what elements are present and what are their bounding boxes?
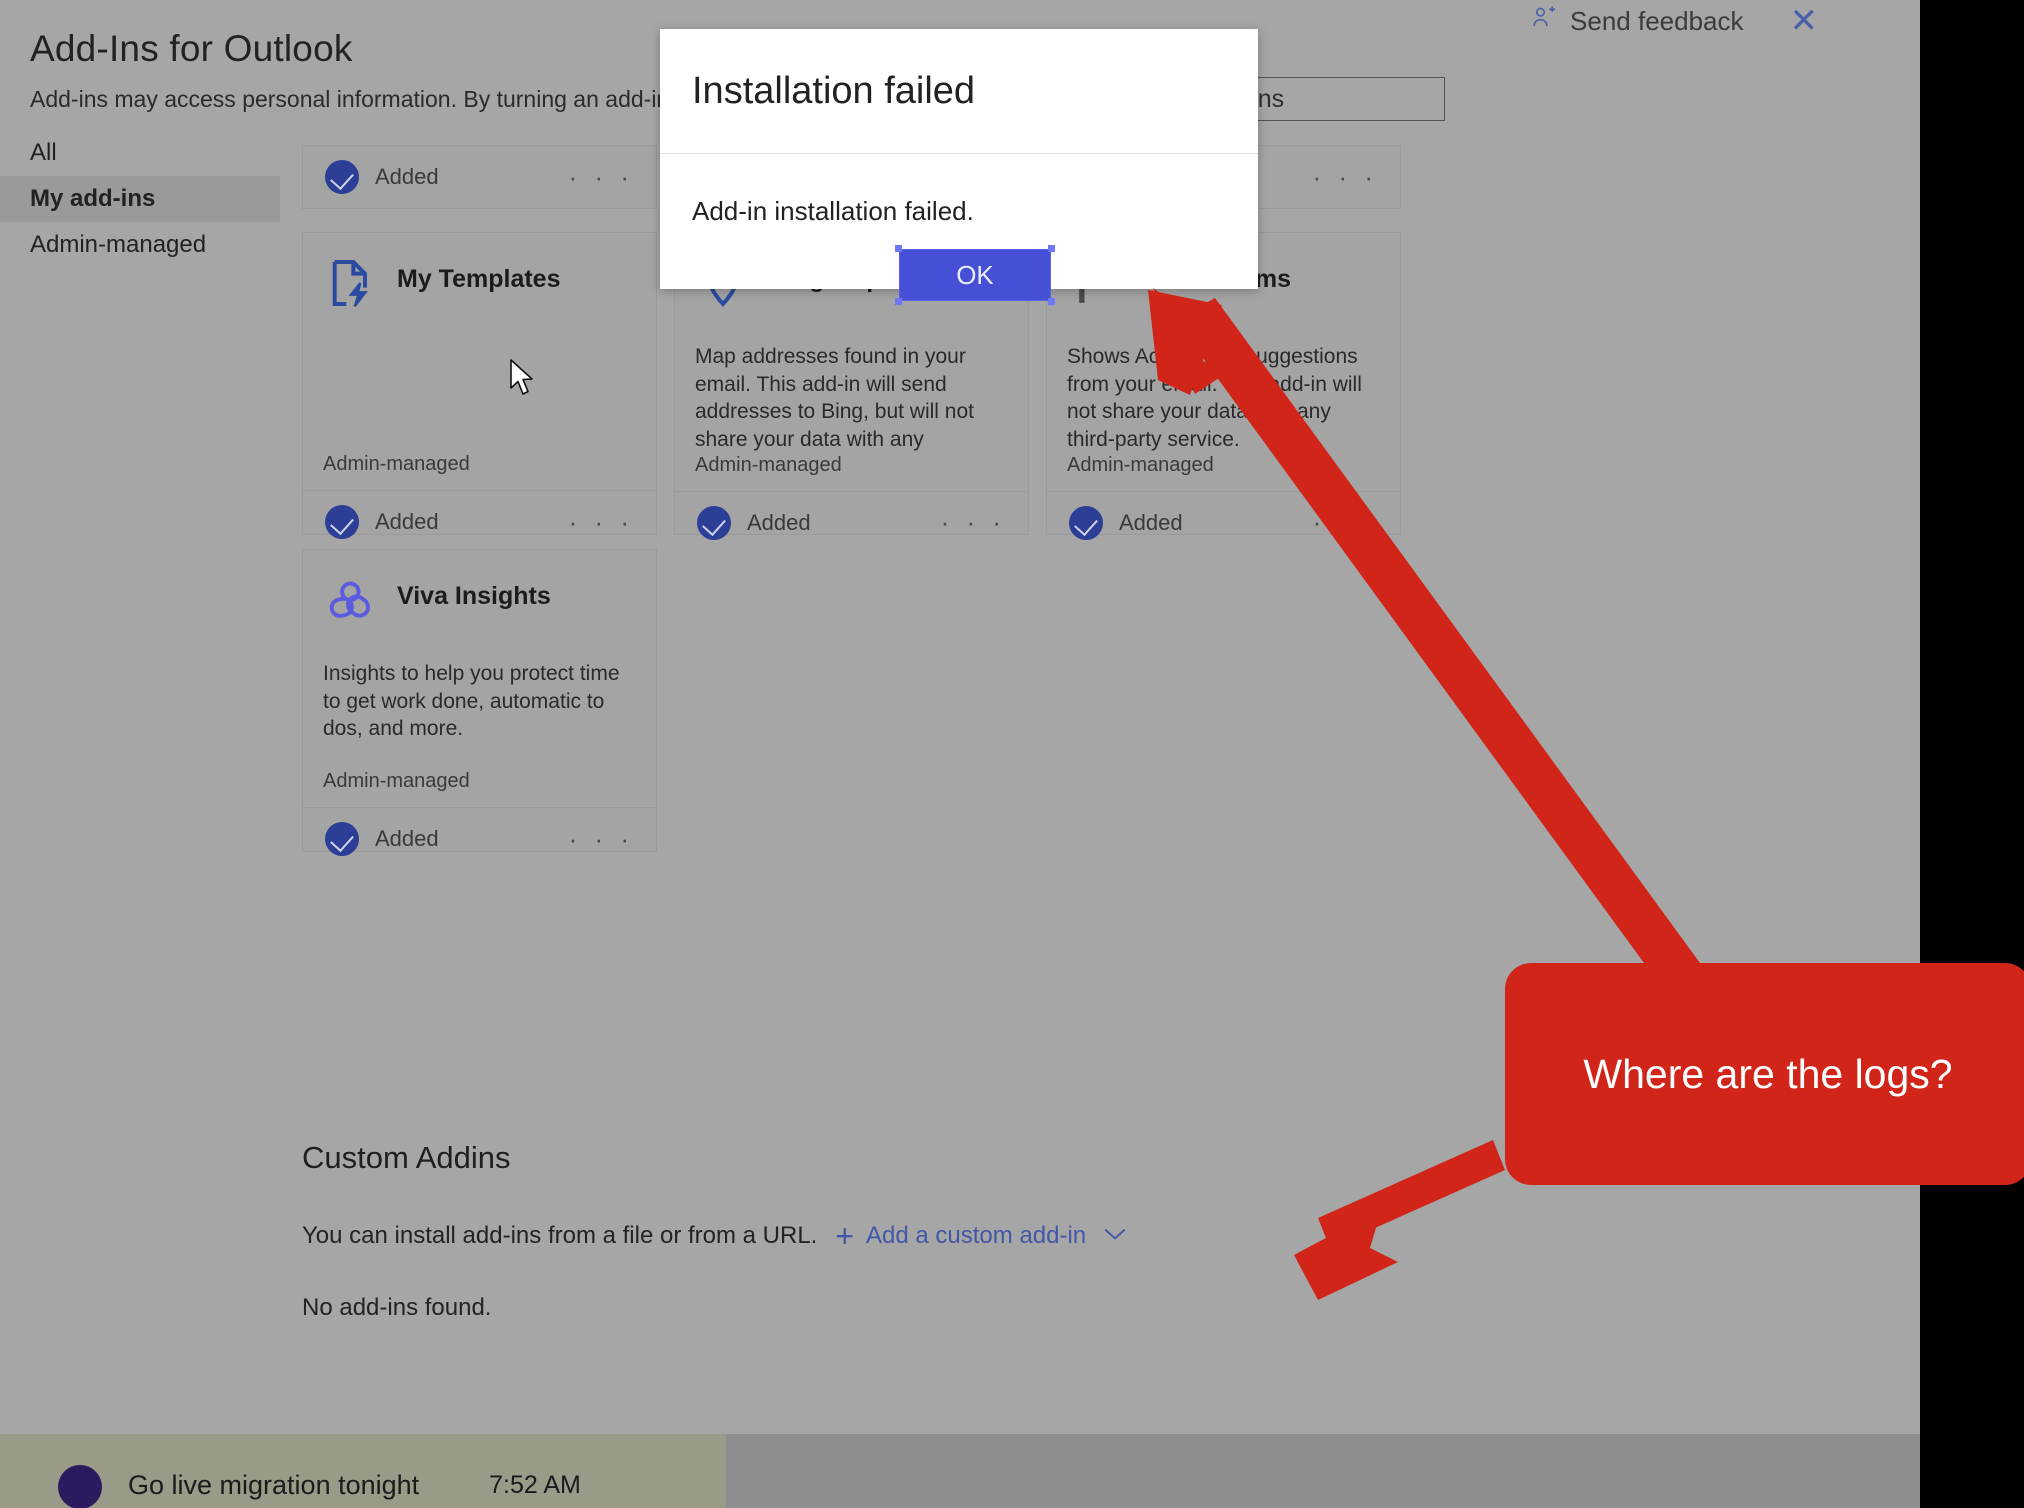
card-provider: Admin-managed <box>323 453 470 475</box>
selection-handle-bottom-right[interactable] <box>1048 298 1055 305</box>
sidebar-item-label: Admin-managed <box>30 231 207 258</box>
card-footer: Added · · · <box>675 490 1028 554</box>
plus-icon[interactable]: + <box>835 1220 854 1252</box>
addin-card-viva-insights[interactable]: Viva Insights Insights to help you prote… <box>302 549 657 856</box>
status-badge: Added <box>697 505 811 540</box>
status-badge: Added <box>1069 505 1183 540</box>
card-body: Viva Insights Insights to help you prote… <box>303 550 656 770</box>
sidebar-item-label: My add-ins <box>30 185 156 212</box>
selection-handle-top-left[interactable] <box>895 245 902 252</box>
chevron-down-icon[interactable] <box>1102 1222 1128 1250</box>
annotation-callout: Where are the logs? <box>1505 963 2024 1185</box>
card-provider: Admin-managed <box>323 770 470 792</box>
check-icon <box>325 822 359 856</box>
status-badge: Added <box>325 160 439 194</box>
check-icon <box>325 505 359 539</box>
sidebar-item-admin-managed[interactable]: Admin-managed <box>0 222 280 268</box>
window-topbar: Send feedback ✕ <box>1360 0 1920 42</box>
check-icon <box>697 505 731 540</box>
mouse-cursor <box>508 358 538 400</box>
dialog-actions: OK <box>895 245 1055 305</box>
card-description: Shows Action Item suggestions from your … <box>1067 345 1362 452</box>
custom-addins-empty-text: No add-ins found. <box>302 1294 492 1321</box>
person-feedback-icon <box>1530 4 1558 39</box>
card-header: Viva Insights <box>323 572 636 634</box>
close-icon[interactable]: ✕ <box>1790 4 1819 38</box>
status-label: Added <box>375 509 439 534</box>
status-label: Added <box>375 826 439 851</box>
status-label: Added <box>1119 509 1183 535</box>
card-footer: Added · · · <box>303 490 656 553</box>
send-feedback-button[interactable]: Send feedback <box>1530 4 1744 39</box>
mail-reading-pane <box>726 1434 1920 1508</box>
dialog-header: Installation failed <box>660 29 1258 154</box>
card-overflow-menu[interactable]: · · · <box>941 507 1006 538</box>
document-lightning-icon <box>323 255 379 311</box>
card-overflow-menu[interactable]: · · · <box>569 507 634 538</box>
selection-handle-bottom-left[interactable] <box>895 298 902 305</box>
addin-card-my-templates[interactable]: My Templates Admin-managed Added · · · <box>302 232 657 539</box>
card-description: Insights to help you protect time to get… <box>323 662 620 741</box>
add-custom-addin-link[interactable]: Add a custom add-in <box>866 1222 1086 1250</box>
card-footer: Added · · · <box>1047 490 1400 554</box>
card-footer: Added · · · <box>303 807 656 870</box>
viva-insights-icon <box>323 572 379 628</box>
custom-addins-install-row: You can install add-ins from a file or f… <box>302 1220 1402 1252</box>
card-overflow-menu[interactable]: · · · <box>569 824 634 855</box>
card-header: My Templates <box>323 255 636 317</box>
custom-addins-section: Custom Addins You can install add-ins fr… <box>302 1140 1402 1322</box>
send-feedback-label: Send feedback <box>1570 5 1744 36</box>
status-badge: Added <box>325 505 439 539</box>
dialog-message: Add-in installation failed. <box>692 196 974 226</box>
selection-handle-top-right[interactable] <box>1048 245 1055 252</box>
mail-time: 7:52 AM <box>489 1470 581 1499</box>
installation-failed-dialog: Installation failed Add-in installation … <box>660 29 1258 305</box>
custom-addins-title: Custom Addins <box>302 1140 511 1175</box>
sidebar-item-all[interactable]: All <box>0 130 280 176</box>
page-title: Add-Ins for Outlook <box>30 28 353 69</box>
card-body: My Templates <box>303 233 656 453</box>
status-label: Added <box>375 164 439 189</box>
addin-card-partial-left[interactable]: Added · · · <box>302 145 657 209</box>
mail-list-strip: Go live migration tonight 7:52 AM <box>0 1434 1920 1508</box>
card-description: Map addresses found in your email. This … <box>695 345 974 452</box>
check-icon <box>1069 505 1103 540</box>
dialog-body: Add-in installation failed. OK <box>660 154 1258 305</box>
avatar <box>58 1465 102 1508</box>
card-provider: Admin-managed <box>695 453 842 476</box>
mail-subject: Go live migration tonight <box>128 1469 420 1500</box>
dialog-title: Installation failed <box>692 69 976 112</box>
category-sidebar: All My add-ins Admin-managed <box>0 130 280 268</box>
card-footer: Added · · · <box>303 146 656 208</box>
status-badge: Added <box>325 822 439 856</box>
mail-list-item[interactable]: Go live migration tonight 7:52 AM <box>0 1440 726 1508</box>
card-description <box>323 343 636 453</box>
sidebar-item-label: All <box>30 139 57 166</box>
ok-button[interactable]: OK <box>899 249 1051 301</box>
card-provider: Admin-managed <box>1067 453 1214 476</box>
card-title: Viva Insights <box>397 582 551 610</box>
install-help-text: You can install add-ins from a file or f… <box>302 1222 818 1249</box>
card-overflow-menu[interactable]: · · · <box>1313 507 1378 538</box>
annotation-callout-text: Where are the logs? <box>1583 1050 1953 1097</box>
check-icon <box>325 160 359 194</box>
status-label: Added <box>747 509 811 535</box>
card-overflow-menu[interactable]: · · · <box>1313 162 1378 193</box>
card-title: My Templates <box>397 265 561 293</box>
card-overflow-menu[interactable]: · · · <box>569 162 634 193</box>
sidebar-item-my-add-ins[interactable]: My add-ins <box>0 176 280 222</box>
